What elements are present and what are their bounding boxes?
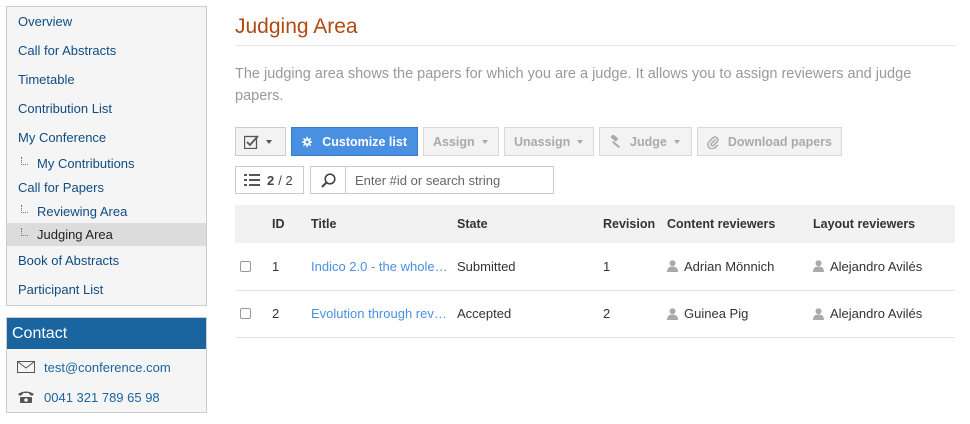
filter-row: 2 / 2 [235,166,554,194]
layout-reviewer: Alejandro Avilés [813,306,955,321]
content-reviewer: Guinea Pig [667,306,813,321]
row-id: 1 [272,258,280,274]
menu-item-my-contributions[interactable]: My Contributions [7,152,206,175]
search-box [310,166,554,194]
row-state: Accepted [457,306,512,321]
menu-item-label: Reviewing Area [37,204,128,219]
content-reviewer: Adrian Mönnich [667,259,813,274]
contact-title: Contact [7,318,206,349]
search-icon [310,166,345,194]
customize-list-button[interactable]: Customize list [291,127,418,156]
contact-phone-row[interactable]: 0041 321 789 65 98 [7,382,206,412]
row-checkbox[interactable] [240,308,251,319]
download-papers-label: Download papers [727,134,832,149]
menu-item-judging-area[interactable]: Judging Area [7,223,206,246]
table-row: 1 Indico 2.0 - the whole thing Submitted… [235,243,955,290]
contact-email[interactable]: test@conference.com [44,360,171,375]
page-title: Judging Area [235,15,358,38]
row-revision: 1 [603,258,611,274]
menu-item-participant-list[interactable]: Participant List [7,275,206,304]
menu-item-timetable[interactable]: Timetable [7,65,206,94]
total-count: / 2 [278,172,293,188]
assign-button[interactable]: Assign [423,127,499,156]
judge-button[interactable]: Judge [599,127,692,156]
header-state[interactable]: State [457,205,603,243]
chevron-down-icon [577,139,584,144]
table-header-row: ID Title State Revision Content reviewer… [235,205,955,243]
contact-box: Contact test@conference.com 0041 321 789… [6,317,207,413]
menu-item-overview[interactable]: Overview [7,7,206,36]
layout-reviewer: Alejandro Avilés [813,259,955,274]
chevron-down-icon [673,139,680,144]
header-id[interactable]: ID [272,205,311,243]
tree-elbow-icon [21,157,28,165]
user-icon [813,260,824,273]
row-checkbox[interactable] [240,260,251,272]
toolbar: Customize list Assign Unassign Judge Dow… [235,127,847,156]
layout-reviewer-name: Alejandro Avilés [830,258,923,274]
select-dropdown-button[interactable] [235,127,286,156]
menu-item-my-conference[interactable]: My Conference [7,123,206,152]
customize-list-label: Customize list [322,134,407,149]
chevron-down-icon [266,139,272,144]
visible-count: 2 [267,172,275,188]
user-icon [667,307,678,320]
menu-item-label: Judging Area [37,227,113,242]
page-description: The judging area shows the papers for wh… [235,66,912,104]
chevron-down-icon [481,139,488,144]
menu-item-label: My Contributions [37,156,135,171]
header-select [235,205,272,243]
gear-icon [302,136,313,147]
list-icon [244,174,260,186]
list-count-badge: 2 / 2 [235,166,304,194]
title-divider [235,45,955,46]
conference-menu: Overview Call for Abstracts Timetable Co… [6,6,207,306]
row-revision: 2 [603,306,611,321]
content-reviewer-name: Adrian Mönnich [684,258,775,274]
unassign-label: Unassign [514,134,571,149]
unassign-button[interactable]: Unassign [504,127,594,156]
assign-label: Assign [433,134,475,149]
download-papers-button[interactable]: Download papers [697,127,842,156]
user-icon [813,307,824,320]
menu-item-call-for-papers[interactable]: Call for Papers [7,175,206,201]
search-input[interactable] [345,166,554,194]
menu-item-call-for-abstracts[interactable]: Call for Abstracts [7,36,206,65]
row-id: 2 [272,306,280,321]
checkbox-check-icon [244,134,259,149]
menu-item-contribution-list[interactable]: Contribution List [7,94,206,123]
menu-item-reviewing-area[interactable]: Reviewing Area [7,200,206,223]
judge-label: Judge [630,134,667,149]
paperclip-icon [707,136,719,149]
header-title[interactable]: Title [311,205,457,243]
user-icon [667,260,678,273]
table-row: 2 Evolution through revolution Accepted … [235,290,955,337]
header-revision[interactable]: Revision [603,205,667,243]
header-content-reviewers[interactable]: Content reviewers [667,205,813,243]
layout-reviewer-name: Alejandro Avilés [830,306,923,321]
menu-item-book-of-abstracts[interactable]: Book of Abstracts [7,246,206,275]
content-reviewer-name: Guinea Pig [684,306,749,321]
envelope-icon [17,361,35,373]
header-layout-reviewers[interactable]: Layout reviewers [813,205,955,243]
tree-elbow-icon [21,205,28,213]
papers-table: ID Title State Revision Content reviewer… [235,205,955,338]
paper-title-link[interactable]: Evolution through revolution [311,306,451,321]
phone-icon [18,391,34,403]
paper-title-link[interactable]: Indico 2.0 - the whole thing [311,259,451,274]
row-state: Submitted [457,258,516,274]
contact-phone[interactable]: 0041 321 789 65 98 [44,390,160,405]
gavel-icon [610,134,621,148]
tree-elbow-icon [21,228,28,236]
contact-email-row[interactable]: test@conference.com [7,352,206,382]
